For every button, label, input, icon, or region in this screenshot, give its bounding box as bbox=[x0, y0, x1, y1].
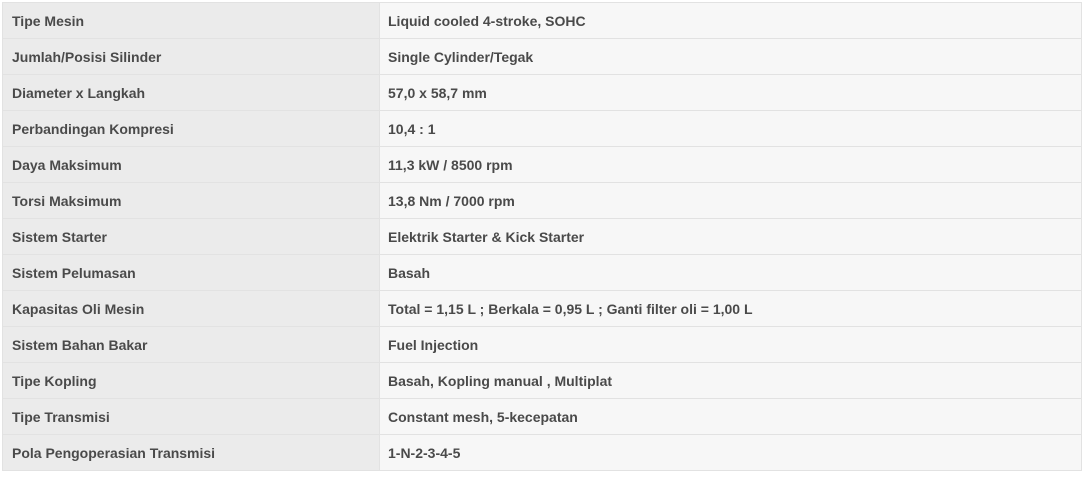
table-row: Kapasitas Oli Mesin Total = 1,15 L ; Ber… bbox=[2, 290, 1082, 327]
spec-label: Torsi Maksimum bbox=[2, 182, 380, 219]
spec-table-body: Tipe Mesin Liquid cooled 4-stroke, SOHC … bbox=[2, 2, 1082, 471]
spec-value: 11,3 kW / 8500 rpm bbox=[379, 146, 1082, 183]
table-row: Torsi Maksimum 13,8 Nm / 7000 rpm bbox=[2, 182, 1082, 219]
spec-label: Tipe Mesin bbox=[2, 2, 380, 39]
spec-value: 10,4 : 1 bbox=[379, 110, 1082, 147]
table-row: Tipe Transmisi Constant mesh, 5-kecepata… bbox=[2, 398, 1082, 435]
spec-label: Diameter x Langkah bbox=[2, 74, 380, 111]
table-row: Sistem Starter Elektrik Starter & Kick S… bbox=[2, 218, 1082, 255]
spec-label: Sistem Starter bbox=[2, 218, 380, 255]
table-row: Sistem Bahan Bakar Fuel Injection bbox=[2, 326, 1082, 363]
spec-value: 13,8 Nm / 7000 rpm bbox=[379, 182, 1082, 219]
spec-value: Basah, Kopling manual , Multiplat bbox=[379, 362, 1082, 399]
spec-value: 1-N-2-3-4-5 bbox=[379, 434, 1082, 471]
spec-value: Elektrik Starter & Kick Starter bbox=[379, 218, 1082, 255]
spec-label: Daya Maksimum bbox=[2, 146, 380, 183]
spec-label: Jumlah/Posisi Silinder bbox=[2, 38, 380, 75]
spec-label: Perbandingan Kompresi bbox=[2, 110, 380, 147]
engine-spec-table: Tipe Mesin Liquid cooled 4-stroke, SOHC … bbox=[2, 2, 1082, 471]
table-row: Tipe Mesin Liquid cooled 4-stroke, SOHC bbox=[2, 2, 1082, 39]
spec-value: Fuel Injection bbox=[379, 326, 1082, 363]
spec-label: Tipe Transmisi bbox=[2, 398, 380, 435]
spec-value: Constant mesh, 5-kecepatan bbox=[379, 398, 1082, 435]
table-row: Tipe Kopling Basah, Kopling manual , Mul… bbox=[2, 362, 1082, 399]
spec-label: Tipe Kopling bbox=[2, 362, 380, 399]
spec-value: Single Cylinder/Tegak bbox=[379, 38, 1082, 75]
spec-label: Sistem Bahan Bakar bbox=[2, 326, 380, 363]
spec-value: Basah bbox=[379, 254, 1082, 291]
table-row: Pola Pengoperasian Transmisi 1-N-2-3-4-5 bbox=[2, 434, 1082, 471]
spec-label: Pola Pengoperasian Transmisi bbox=[2, 434, 380, 471]
spec-label: Sistem Pelumasan bbox=[2, 254, 380, 291]
spec-value: 57,0 x 58,7 mm bbox=[379, 74, 1082, 111]
spec-label: Kapasitas Oli Mesin bbox=[2, 290, 380, 327]
table-row: Jumlah/Posisi Silinder Single Cylinder/T… bbox=[2, 38, 1082, 75]
table-row: Daya Maksimum 11,3 kW / 8500 rpm bbox=[2, 146, 1082, 183]
table-row: Perbandingan Kompresi 10,4 : 1 bbox=[2, 110, 1082, 147]
table-row: Diameter x Langkah 57,0 x 58,7 mm bbox=[2, 74, 1082, 111]
spec-value: Total = 1,15 L ; Berkala = 0,95 L ; Gant… bbox=[379, 290, 1082, 327]
table-row: Sistem Pelumasan Basah bbox=[2, 254, 1082, 291]
spec-value: Liquid cooled 4-stroke, SOHC bbox=[379, 2, 1082, 39]
